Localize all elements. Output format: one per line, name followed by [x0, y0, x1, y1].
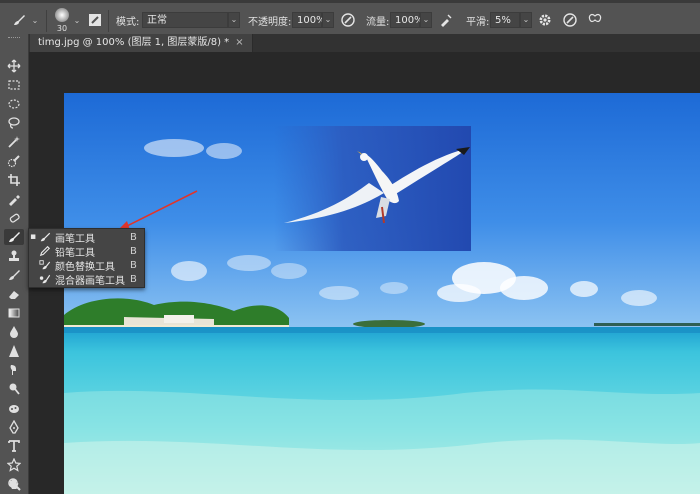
color-replacement-icon	[37, 259, 53, 271]
pencil-icon	[37, 245, 53, 257]
brush-tool-flyout-menu: ▪ 画笔工具 B 铅笔工具 B 颜色替换工具 B 混合器画笔工具 B	[28, 228, 145, 288]
flyout-item-label: 混合器画笔工具	[55, 275, 125, 287]
mixer-brush-icon	[37, 273, 53, 285]
flyout-item-label: 画笔工具	[55, 233, 95, 245]
flyout-item-label: 颜色替换工具	[55, 261, 115, 273]
selected-indicator: ▪	[29, 232, 37, 242]
brush-icon	[37, 231, 53, 243]
flyout-item-color-replacement[interactable]: 颜色替换工具 B	[29, 258, 144, 273]
flyout-item-brush[interactable]: ▪ 画笔工具 B	[29, 230, 144, 245]
flyout-item-shortcut: B	[130, 273, 137, 285]
flyout-item-shortcut: B	[130, 245, 137, 257]
flyout-item-pencil[interactable]: 铅笔工具 B	[29, 244, 144, 259]
flyout-item-shortcut: B	[130, 259, 137, 271]
flyout-item-mixer-brush[interactable]: 混合器画笔工具 B	[29, 272, 144, 287]
flyout-item-label: 铅笔工具	[55, 247, 95, 259]
flyout-item-shortcut: B	[130, 231, 137, 243]
